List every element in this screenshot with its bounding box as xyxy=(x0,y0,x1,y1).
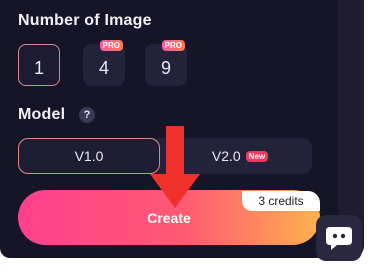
new-badge: New xyxy=(245,150,269,162)
arrow-down-icon xyxy=(150,126,200,208)
number-of-image-heading: Number of Image xyxy=(18,12,152,29)
image-count-option-4[interactable]: PRO 4 xyxy=(83,40,125,86)
image-count-label: 1 xyxy=(33,57,44,78)
pro-badge: PRO xyxy=(99,40,123,51)
image-count-option-1[interactable]: 1 xyxy=(18,44,60,86)
help-icon[interactable]: ? xyxy=(79,107,95,123)
create-button-label: Create xyxy=(147,209,191,226)
pro-badge: PRO xyxy=(161,40,185,51)
model-option-v1[interactable]: V1.0 xyxy=(18,138,160,174)
credits-badge: 3 credits xyxy=(242,191,320,211)
chat-bubble-icon xyxy=(326,227,352,250)
model-option-label: V2.0 xyxy=(211,148,241,164)
chat-button[interactable] xyxy=(316,215,362,261)
image-count-label: 9 xyxy=(160,57,171,78)
image-count-label: 4 xyxy=(98,57,109,78)
image-count-option-9[interactable]: PRO 9 xyxy=(145,40,187,86)
model-option-label: V1.0 xyxy=(74,148,104,164)
model-heading: Model xyxy=(18,106,66,123)
